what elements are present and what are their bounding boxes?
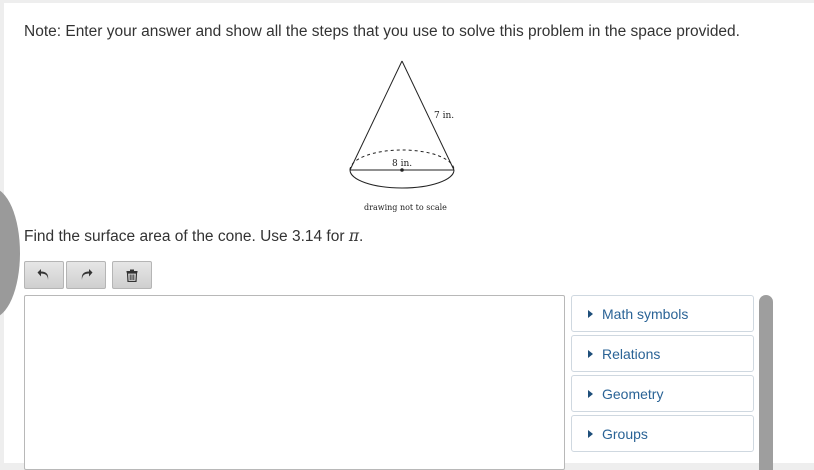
side-handle[interactable]: [0, 188, 20, 318]
undo-icon: [37, 269, 49, 280]
delete-button[interactable]: [112, 261, 152, 289]
cone-figure: 7 in. 8 in. drawing not to scale: [334, 58, 474, 218]
answer-editor[interactable]: [24, 295, 565, 470]
instruction-note: Note: Enter your answer and show all the…: [24, 23, 740, 40]
palette-math-symbols[interactable]: Math symbols: [571, 295, 754, 332]
expand-triangle-icon: [588, 389, 593, 398]
editor-toolbar: [24, 261, 152, 289]
palette-geometry[interactable]: Geometry: [571, 375, 754, 412]
expand-triangle-icon: [588, 309, 593, 318]
question-text: Find the surface area of the cone. Use 3…: [24, 227, 364, 245]
expand-triangle-icon: [588, 429, 593, 438]
symbol-palette: Math symbols Relations Geometry Groups: [571, 295, 754, 455]
pi-symbol: π: [348, 227, 360, 245]
palette-scrollbar[interactable]: [759, 295, 773, 470]
slant-height-label: 7 in.: [434, 111, 454, 121]
redo-icon: [81, 269, 93, 280]
diameter-label: 8 in.: [392, 159, 412, 169]
redo-button[interactable]: [66, 261, 106, 289]
undo-button[interactable]: [24, 261, 64, 289]
palette-groups[interactable]: Groups: [571, 415, 754, 452]
expand-triangle-icon: [588, 349, 593, 358]
question-panel: Note: Enter your answer and show all the…: [0, 3, 814, 470]
figure-caption: drawing not to scale: [364, 203, 447, 212]
palette-relations[interactable]: Relations: [571, 335, 754, 372]
trash-icon: [126, 269, 138, 282]
